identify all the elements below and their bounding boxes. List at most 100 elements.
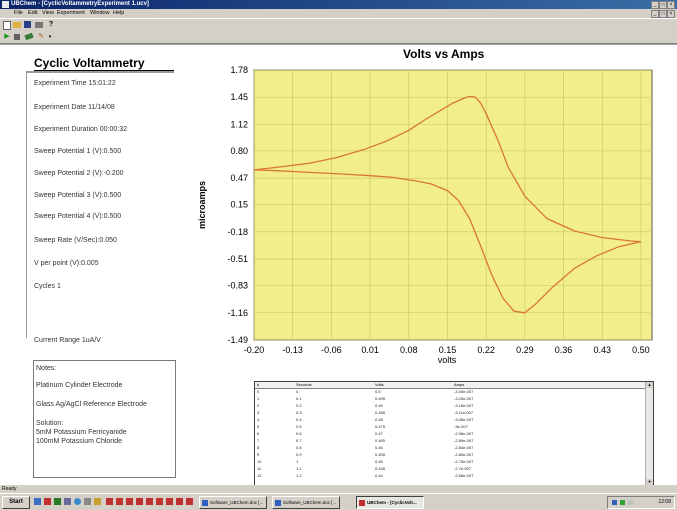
- table-scrollbar[interactable]: ▲ ▼: [645, 382, 653, 485]
- y-axis-label: microamps: [197, 181, 207, 229]
- table-cell: 0.495: [375, 396, 386, 401]
- app-quicklaunch-icon[interactable]: [156, 498, 163, 505]
- table-cell: 4: [257, 417, 260, 422]
- app-quicklaunch-icon[interactable]: [84, 498, 91, 505]
- table-row[interactable]: 3 0.3 0.485 -3.11e-007: [255, 410, 645, 416]
- scroll-up-icon[interactable]: ▲: [646, 382, 653, 388]
- column-header-index[interactable]: #: [257, 382, 259, 388]
- x-tick-label: -0.20: [244, 345, 265, 355]
- table-row[interactable]: 4 0.4 0.48 -3.06e-007: [255, 417, 645, 423]
- table-row[interactable]: 2 0.2 0.49 -3.18e-007: [255, 403, 645, 409]
- taskbar-task-active[interactable]: UBChem - [CyclicVolt...: [356, 496, 424, 509]
- table-cell: 0: [257, 389, 260, 394]
- taskbar-task[interactable]: Software_UBChem.doc [...: [199, 496, 267, 509]
- table-cell: -3.11e-007: [454, 410, 474, 415]
- app-quicklaunch-icon[interactable]: [176, 498, 183, 505]
- system-tray: 12:08: [607, 496, 675, 509]
- y-tick-label: 1.45: [230, 92, 248, 102]
- y-tick-label: -0.18: [227, 227, 248, 237]
- table-cell: -2.7e-007: [454, 466, 472, 471]
- table-cell: 0.7: [296, 438, 302, 443]
- browser-icon[interactable]: [74, 498, 81, 505]
- taskbar-task[interactable]: Software_UBChem.doc [...: [272, 496, 340, 509]
- app-quicklaunch-icon[interactable]: [166, 498, 173, 505]
- table-row[interactable]: 0 0 0.5 -3.05e-007: [255, 389, 645, 395]
- table-cell: 10: [257, 459, 262, 464]
- tray-icon[interactable]: [612, 500, 617, 505]
- status-text: Ready: [2, 486, 17, 492]
- table-cell: 1: [296, 459, 299, 464]
- app-quicklaunch-icon[interactable]: [146, 498, 153, 505]
- tray-icon[interactable]: [628, 500, 633, 505]
- clock: 12:08: [658, 499, 671, 505]
- table-cell: 0.49: [375, 403, 383, 408]
- desktop-icon[interactable]: [34, 498, 41, 505]
- table-cell: -3.05e-007: [454, 389, 474, 394]
- table-row[interactable]: 8 0.8 0.46 -2.84e-007: [255, 445, 645, 451]
- table-cell: 0.46: [375, 445, 383, 450]
- table-cell: 0.9: [296, 452, 302, 457]
- table-cell: 0.8: [296, 445, 302, 450]
- table-cell: 8: [257, 445, 260, 450]
- app-quicklaunch-icon[interactable]: [106, 498, 113, 505]
- table-row[interactable]: 10 1 0.45 -2.75e-007: [255, 459, 645, 465]
- table-row[interactable]: 7 0.7 0.465 -2.89e-007: [255, 438, 645, 444]
- app-quicklaunch-icon[interactable]: [136, 498, 143, 505]
- table-cell: 0.5: [296, 424, 302, 429]
- y-tick-label: 1.12: [230, 119, 248, 129]
- column-header-volts[interactable]: Volts: [375, 382, 384, 388]
- table-row[interactable]: 1 0.1 0.495 -3.25e-007: [255, 396, 645, 402]
- task-label: UBChem - [CyclicVolt...: [367, 500, 417, 505]
- table-cell: 0.2: [296, 403, 302, 408]
- table-cell: -2.75e-007: [454, 459, 474, 464]
- task-label: Software_UBChem.doc [...: [210, 500, 264, 505]
- table-cell: 6: [257, 431, 260, 436]
- app-quicklaunch-icon[interactable]: [126, 498, 133, 505]
- table-cell: 2: [257, 403, 260, 408]
- table-row[interactable]: 12 1.2 0.44 -2.66e-007: [255, 473, 645, 479]
- task-label: Software_UBChem.doc [...: [283, 500, 337, 505]
- table-cell: 0.45: [375, 459, 383, 464]
- data-table[interactable]: # Seconds Volts Amps 0 0 0.5 -3.05e-007 1 0.1…: [254, 381, 654, 486]
- table-row[interactable]: 11 1.1 0.445 -2.7e-007: [255, 466, 645, 472]
- x-tick-label: 0.29: [516, 345, 534, 355]
- word-doc-icon: [202, 499, 208, 506]
- x-tick-label: 0.36: [555, 345, 573, 355]
- plot-area: [253, 69, 653, 341]
- table-row[interactable]: 6 0.6 0.47 -2.96e-007: [255, 431, 645, 437]
- x-tick-label: -0.06: [321, 345, 342, 355]
- app-quicklaunch-icon[interactable]: [44, 498, 51, 505]
- ubchem-app-icon: [359, 499, 365, 506]
- y-tick-label: -0.83: [227, 281, 248, 291]
- column-header-seconds[interactable]: Seconds: [296, 382, 312, 388]
- app-quicklaunch-icon[interactable]: [116, 498, 123, 505]
- table-cell: 3: [257, 410, 260, 415]
- x-axis-label: volts: [438, 355, 457, 365]
- y-tick-label: 0.80: [230, 146, 248, 156]
- table-cell: 7: [257, 438, 260, 443]
- table-cell: 0.475: [375, 424, 386, 429]
- x-tick-label: -0.13: [282, 345, 303, 355]
- start-button[interactable]: Start: [2, 496, 30, 509]
- table-row[interactable]: 5 0.5 0.475 -3e-007: [255, 424, 645, 430]
- table-cell: 1.2: [296, 473, 302, 478]
- table-row[interactable]: 9 0.9 0.455 -2.80e-007: [255, 452, 645, 458]
- tray-icon[interactable]: [620, 500, 625, 505]
- table-cell: -3.06e-007: [454, 417, 474, 422]
- table-cell: 0.485: [375, 410, 386, 415]
- column-header-amps[interactable]: Amps: [454, 382, 464, 388]
- app-quicklaunch-icon[interactable]: [94, 498, 101, 505]
- table-cell: -3.18e-007: [454, 403, 474, 408]
- table-cell: 12: [257, 473, 262, 478]
- status-bar: Ready: [0, 485, 677, 493]
- app-quicklaunch-icon[interactable]: [54, 498, 61, 505]
- app-quicklaunch-icon[interactable]: [186, 498, 193, 505]
- table-cell: 0.44: [375, 473, 383, 478]
- table-cell: -2.66e-007: [454, 473, 474, 478]
- table-cell: 1.1: [296, 466, 302, 471]
- word-doc-icon: [275, 499, 281, 506]
- y-tick-label: -0.51: [227, 254, 248, 264]
- table-cell: 0.48: [375, 417, 383, 422]
- app-quicklaunch-icon[interactable]: [64, 498, 71, 505]
- table-header: # Seconds Volts Amps: [255, 382, 645, 389]
